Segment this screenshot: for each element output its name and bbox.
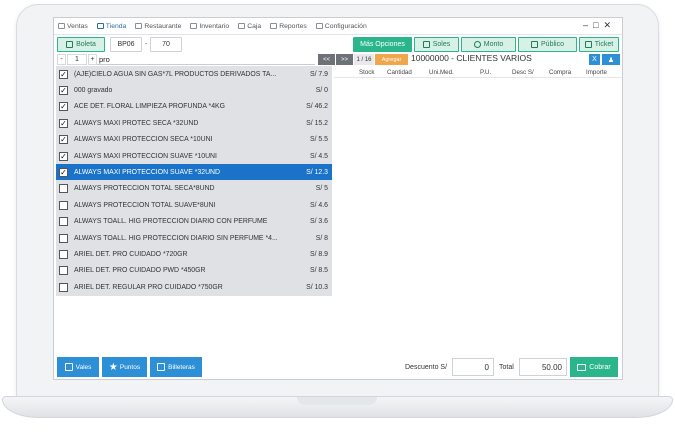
tag-icon	[531, 41, 539, 48]
wallet-icon	[157, 363, 166, 371]
product-row[interactable]: ✓ (AJE)CIELO AGUA SIN GAS*7L PRODUCTOS DE…	[56, 66, 332, 82]
series-separator: -	[144, 41, 148, 48]
store-icon	[96, 23, 104, 29]
search-row: - 1 + << >> 1 / 16 Agregar 10000000 - CL…	[54, 53, 622, 65]
checkbox-unchecked-icon[interactable]	[59, 266, 68, 276]
cash-icon	[577, 363, 587, 371]
menu-tienda[interactable]: Tienda	[96, 23, 126, 30]
menu-caja[interactable]: Caja	[238, 23, 261, 30]
product-row[interactable]: ARIEL DET. REGULAR PRO CUIDADO *750GR S/ …	[56, 279, 332, 295]
gear-icon	[315, 23, 323, 29]
page-plus-button[interactable]: +	[88, 54, 97, 65]
column-header: Importe	[586, 69, 607, 76]
column-header: P.U.	[480, 69, 492, 76]
menu-reportes[interactable]: Reportes	[270, 23, 307, 30]
soles-button[interactable]: Soles	[414, 37, 459, 52]
column-header: Compra	[549, 69, 572, 76]
product-row[interactable]: ARIEL DET. PRO CUIDADO PWD *450GR S/ 8.5	[56, 263, 332, 279]
app-window: Ventas Tienda Restaurante Inventario Caj…	[53, 17, 623, 380]
product-row[interactable]: ALWAYS TOALL. HIG PROTECCION DIARIO CON …	[56, 214, 332, 230]
total-field: 50.00	[519, 358, 567, 376]
product-row[interactable]: ✓ ALWAYS MAXI PROTECCION SUAVE *10UNI S/ 4…	[56, 148, 332, 164]
add-user-icon[interactable]: ♟	[602, 54, 620, 65]
checkbox-checked-icon[interactable]: ✓	[59, 102, 68, 112]
checkbox-unchecked-icon[interactable]	[59, 282, 68, 292]
footer-bar: Vales ★ Puntos Billeteras Descuento S/ 0 …	[54, 356, 622, 378]
vales-button[interactable]: Vales	[57, 357, 99, 377]
checkbox-checked-icon[interactable]: ✓	[59, 167, 68, 177]
product-row[interactable]: ARIEL DET. PRO CUIDADO *720GR S/ 8.9	[56, 246, 332, 262]
window-controls[interactable]: –□✕	[583, 20, 616, 31]
menu-inventario[interactable]: Inventario	[190, 23, 229, 30]
column-header: Cantidad	[387, 69, 412, 76]
laptop-notch	[297, 397, 377, 405]
column-header: Uni.Med.	[429, 69, 454, 76]
menu-restaurante[interactable]: Restaurante	[135, 23, 181, 30]
column-header: Stock	[359, 69, 375, 76]
product-row[interactable]: ✓ 000 gravado S/ 0	[56, 82, 332, 98]
star-icon: ★	[108, 361, 118, 373]
checkbox-unchecked-icon[interactable]	[59, 200, 68, 210]
checkbox-unchecked-icon[interactable]	[59, 233, 68, 243]
checkbox-unchecked-icon[interactable]	[59, 249, 68, 259]
product-list: ✓ (AJE)CIELO AGUA SIN GAS*7L PRODUCTOS DE…	[56, 66, 332, 296]
prev-page-button[interactable]: <<	[318, 54, 335, 65]
column-header: Desc S/	[512, 69, 534, 76]
menu-ventas[interactable]: Ventas	[58, 23, 88, 30]
total-label: Total	[499, 364, 514, 371]
billeteras-button[interactable]: Billeteras	[150, 357, 202, 377]
client-label[interactable]: 10000000 - CLIENTES VARIOS	[411, 53, 532, 63]
product-row-selected[interactable]: ✓ ALWAYS MAXI PROTECCION SUAVE *32UND S/ 1…	[56, 164, 332, 181]
money-icon	[422, 41, 430, 48]
cash-icon	[238, 23, 246, 29]
monto-button[interactable]: Monto	[461, 37, 516, 52]
inventory-icon	[190, 23, 198, 29]
descuento-field[interactable]: 0	[452, 358, 494, 376]
chart-icon	[58, 23, 65, 29]
page-minus-button[interactable]: -	[57, 54, 66, 65]
toolbar: Boleta BP06 - 70 Más Opciones Soles Mont…	[54, 36, 622, 53]
number-field[interactable]: 70	[150, 37, 182, 52]
detail-table-header: Stock Cantidad Uni.Med. P.U. Desc S/ Com…	[334, 68, 622, 78]
publico-button[interactable]: Público	[518, 37, 577, 52]
page-number-field[interactable]: 1	[67, 54, 87, 65]
ticket-button[interactable]: Ticket	[579, 37, 619, 52]
checkbox-checked-icon[interactable]: ✓	[59, 151, 68, 161]
series-field[interactable]: BP06	[110, 37, 142, 52]
clear-client-button[interactable]: X	[589, 54, 600, 65]
product-row[interactable]: ✓ ALWAYS MAXI PROTECCION SECA *10UNI S/ 5.…	[56, 132, 332, 148]
menu-configuracion[interactable]: Configuración	[315, 23, 367, 30]
coin-icon	[473, 41, 481, 48]
ticket-icon	[584, 41, 592, 48]
next-page-button[interactable]: >>	[336, 54, 353, 65]
boleta-button[interactable]: Boleta	[57, 37, 105, 52]
product-row[interactable]: ✓ ALWAYS MAXI PROTEC SECA *32UND S/ 15.2	[56, 115, 332, 131]
checkbox-checked-icon[interactable]: ✓	[59, 69, 68, 79]
product-row[interactable]: ✓ ACE DET. FLORAL LIMPIEZA PROFUNDA *4KG S…	[56, 99, 332, 115]
product-row[interactable]: ALWAYS PROTECCION TOTAL SUAVE*8UNI S/ 4.6	[56, 197, 332, 213]
cutlery-icon	[135, 23, 143, 29]
checkbox-unchecked-icon[interactable]	[59, 184, 68, 194]
menu-bar: Ventas Tienda Restaurante Inventario Caj…	[54, 18, 622, 35]
puntos-button[interactable]: ★ Puntos	[102, 357, 147, 377]
checkbox-unchecked-icon[interactable]	[59, 217, 68, 227]
product-row[interactable]: ALWAYS PROTECCION TOTAL SECA*8UND S/ 5	[56, 181, 332, 197]
checkbox-checked-icon[interactable]: ✓	[59, 135, 68, 145]
descuento-label: Descuento S/	[405, 364, 448, 371]
checkbox-checked-icon[interactable]: ✓	[59, 118, 68, 128]
report-icon	[270, 23, 278, 29]
voucher-icon	[64, 363, 73, 371]
mas-opciones-button[interactable]: Más Opciones	[353, 37, 412, 52]
product-search-input[interactable]	[97, 54, 315, 65]
agregar-button[interactable]: Agregar	[375, 54, 408, 65]
checkbox-checked-icon[interactable]: ✓	[59, 85, 68, 95]
cobrar-button[interactable]: Cobrar	[570, 357, 618, 377]
product-row[interactable]: ALWAYS TOALL. HIG PROTECCION DIARIO SIN …	[56, 230, 332, 246]
document-icon	[66, 41, 74, 48]
page-count: 1 / 16	[354, 54, 374, 65]
